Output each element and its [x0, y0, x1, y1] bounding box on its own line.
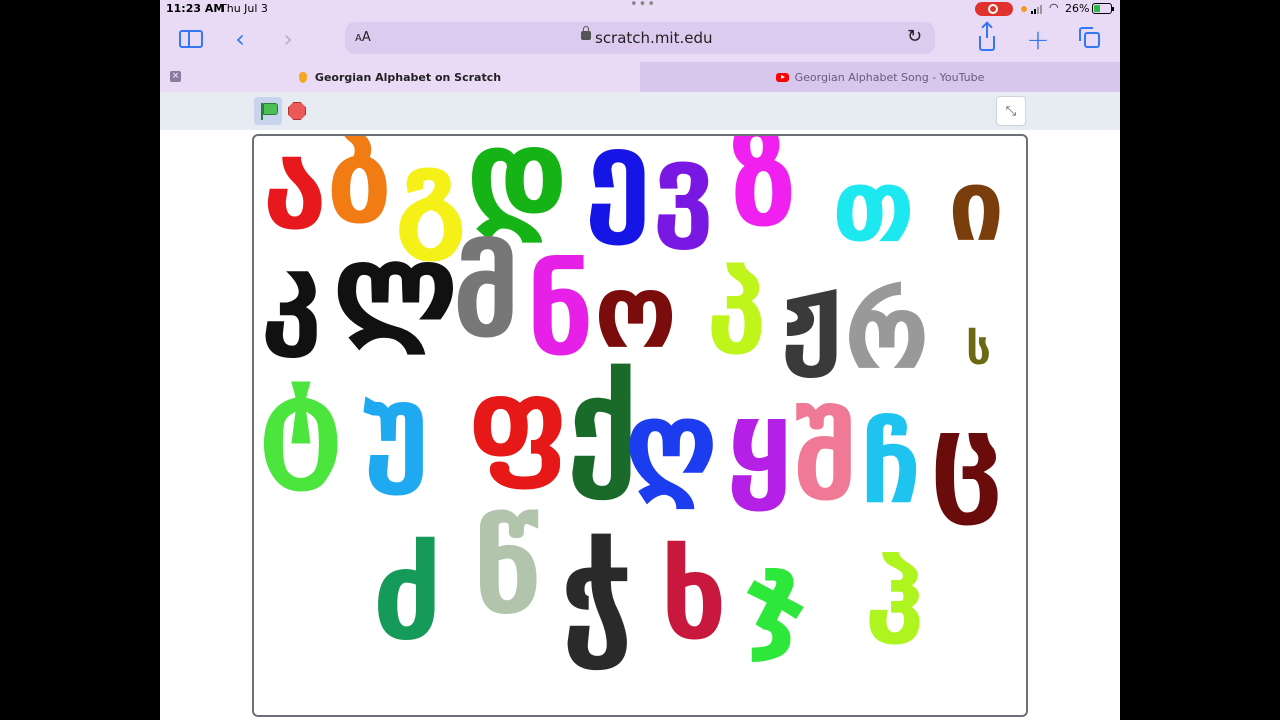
stage-letter[interactable]: პ: [706, 260, 767, 370]
stage-letter[interactable]: ხ: [660, 538, 727, 656]
battery-percent: 26%: [1065, 2, 1090, 15]
stage-letter[interactable]: ტ: [258, 360, 343, 482]
stage-letter[interactable]: ი: [948, 156, 1004, 256]
stage-letter[interactable]: მ: [452, 236, 520, 356]
multitasking-dots-icon[interactable]: •••: [630, 0, 656, 12]
stop-sign-icon[interactable]: [288, 102, 306, 120]
youtube-favicon-icon: [775, 72, 789, 82]
stage-letter[interactable]: წ: [472, 508, 541, 632]
stage-letter[interactable]: ე: [584, 136, 652, 236]
tab-title: Georgian Alphabet on Scratch: [314, 70, 502, 84]
tab-bar: × Georgian Alphabet on Scratch Georgian …: [160, 62, 1120, 92]
status-date: Thu Jul 3: [220, 2, 268, 15]
stage-letter[interactable]: ლ: [332, 228, 459, 346]
scratch-stage[interactable]: ა ბ გ დ ე ვ ზ თ ი კ ლ მ ნ ო პ ჟ რ ს ტ უ …: [252, 134, 1028, 717]
back-chevron-icon[interactable]: ‹: [230, 24, 250, 54]
status-time: 11:23 AM: [166, 2, 225, 15]
safari-toolbar: ‹ › AA scratch.mit.edu ↻ +: [160, 18, 1120, 62]
stage-letter[interactable]: ძ: [372, 534, 442, 658]
stage-letter[interactable]: რ: [844, 280, 930, 384]
url-text[interactable]: scratch.mit.edu: [595, 29, 713, 47]
mic-indicator-icon: [1021, 6, 1027, 12]
new-tab-plus-icon[interactable]: +: [1026, 23, 1050, 56]
tab-title: Georgian Alphabet Song - YouTube: [794, 70, 985, 84]
stage-letter[interactable]: ჯ: [744, 538, 807, 654]
sidebar-toggle-icon[interactable]: [178, 24, 204, 54]
reload-icon[interactable]: ↻: [907, 26, 922, 47]
stage-letter[interactable]: ს: [966, 328, 991, 372]
stage-letter[interactable]: ჰ: [864, 550, 925, 660]
page-settings-button[interactable]: AA: [355, 30, 371, 45]
forward-chevron-icon[interactable]: ›: [278, 24, 298, 54]
close-tab-icon[interactable]: ×: [170, 71, 181, 82]
ipad-screen: 11:23 AM Thu Jul 3 ••• ◠ 26% ‹ › AA scra…: [160, 0, 1120, 720]
tab-overview-icon[interactable]: [1078, 24, 1102, 54]
battery-icon: [1092, 3, 1114, 14]
exit-fullscreen-icon[interactable]: ⤡: [996, 96, 1026, 126]
scratch-player-controls: ⤡: [160, 92, 1120, 130]
stage-letter[interactable]: უ: [360, 368, 430, 486]
share-icon[interactable]: [975, 23, 999, 54]
stage-letter[interactable]: შ: [794, 402, 858, 518]
address-bar[interactable]: AA scratch.mit.edu ↻: [345, 22, 935, 54]
scratch-favicon-icon: [298, 71, 307, 83]
tab-youtube[interactable]: Georgian Alphabet Song - YouTube: [640, 62, 1120, 92]
cellular-signal-icon: [1031, 4, 1045, 14]
green-flag-icon[interactable]: [254, 97, 282, 125]
lock-icon: [581, 26, 591, 40]
status-bar: 11:23 AM Thu Jul 3 ••• ◠ 26%: [160, 0, 1120, 18]
wifi-icon: ◠: [1049, 1, 1059, 14]
stage-letter[interactable]: ფ: [468, 362, 569, 480]
tab-scratch[interactable]: × Georgian Alphabet on Scratch: [160, 62, 640, 92]
stage-letter[interactable]: ზ: [730, 136, 797, 244]
stage-letter[interactable]: ყ: [726, 384, 793, 502]
stage-letter[interactable]: ჭ: [560, 530, 634, 660]
stage-letter[interactable]: კ: [260, 238, 322, 350]
stage-letter[interactable]: ღ: [624, 386, 718, 502]
screen-recording-icon[interactable]: [975, 2, 1013, 16]
stage-letter[interactable]: თ: [832, 156, 915, 256]
stage-letter[interactable]: ჟ: [780, 258, 843, 370]
stage-letter[interactable]: ვ: [652, 136, 715, 242]
stage-letter[interactable]: ც: [930, 398, 1003, 516]
stage-letter[interactable]: დ: [466, 136, 568, 234]
stage-letter[interactable]: ჩ: [860, 412, 921, 520]
